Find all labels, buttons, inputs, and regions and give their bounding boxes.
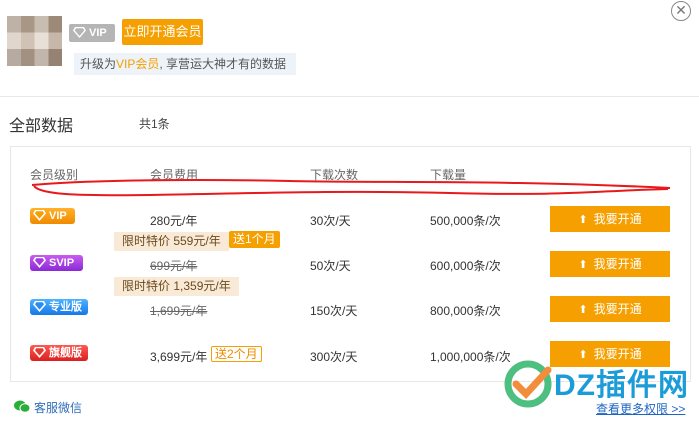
- original-price: 1,699元/年: [150, 304, 208, 318]
- sale-price-badge: 限时特价 559元/年: [114, 232, 229, 251]
- vip-status-tag: VIP: [69, 24, 115, 42]
- sale-price-badge: 限时特价 1,359元/年: [114, 277, 239, 296]
- volume: 600,000条/次: [430, 259, 501, 273]
- record-count: 共1条: [139, 117, 170, 131]
- watermark-text: DZ插件网: [554, 369, 689, 402]
- open-button-svip[interactable]: ⬆ 我要开通: [550, 251, 670, 277]
- level-label: SVIP: [49, 257, 75, 269]
- action-label: 我要开通: [593, 257, 642, 271]
- upgrade-promo: 升级为VIP会员, 享营运大神才有的数据: [74, 53, 296, 75]
- price: 3,699元/年: [150, 350, 208, 364]
- diamond-icon: [33, 257, 46, 268]
- volume: 800,000条/次: [430, 304, 501, 318]
- original-price: 699元/年: [150, 259, 198, 273]
- avatar: [7, 16, 62, 66]
- level-label: VIP: [49, 210, 67, 222]
- level-badge-vip: VIP: [30, 208, 75, 224]
- red-annotation-scribble: [31, 179, 671, 197]
- open-button-vip[interactable]: ⬆ 我要开通: [550, 206, 670, 232]
- downloads: 150次/天: [310, 304, 358, 318]
- view-more-permissions-link[interactable]: 查看更多权限 >>: [596, 400, 685, 417]
- open-button-pro[interactable]: ⬆ 我要开通: [550, 296, 670, 322]
- action-label: 我要开通: [593, 212, 642, 226]
- downloads: 30次/天: [310, 214, 351, 228]
- downloads: 50次/天: [310, 259, 351, 273]
- gift-badge: 送2个月: [211, 346, 262, 362]
- diamond-icon: [33, 347, 46, 358]
- close-icon: ✕: [675, 2, 687, 18]
- promo-highlight: VIP会员: [116, 57, 160, 71]
- level-label: 旗舰版: [49, 347, 82, 359]
- promo-suffix: , 享营运大神才有的数据: [159, 57, 287, 71]
- volume: 500,000条/次: [430, 214, 501, 228]
- volume: 1,000,000条/次: [430, 350, 511, 364]
- close-button[interactable]: ✕: [671, 1, 691, 21]
- level-badge-flagship: 旗舰版: [30, 345, 88, 361]
- open-membership-button[interactable]: 立即开通会员: [122, 19, 203, 45]
- arrow-up-icon: ⬆: [578, 259, 588, 271]
- vip-tag-label: VIP: [89, 27, 107, 39]
- section-title: 全部数据: [9, 118, 74, 135]
- wechat-label: 客服微信: [34, 401, 83, 415]
- level-badge-pro: 专业版: [30, 299, 88, 315]
- service-wechat-link[interactable]: 客服微信: [14, 399, 82, 416]
- level-label: 专业版: [49, 301, 82, 313]
- level-badge-svip: SVIP: [30, 255, 83, 271]
- arrow-up-icon: ⬆: [578, 304, 588, 316]
- price: 280元/年: [150, 214, 198, 228]
- wechat-icon: [14, 400, 30, 413]
- action-label: 我要开通: [593, 302, 642, 316]
- downloads: 300次/天: [310, 350, 358, 364]
- arrow-up-icon: ⬆: [578, 214, 588, 226]
- gift-badge: 送1个月: [229, 231, 280, 248]
- diamond-icon: [73, 27, 86, 38]
- diamond-icon: [33, 210, 46, 221]
- diamond-icon: [33, 301, 46, 312]
- divider: [0, 96, 699, 97]
- promo-prefix: 升级为: [80, 57, 117, 71]
